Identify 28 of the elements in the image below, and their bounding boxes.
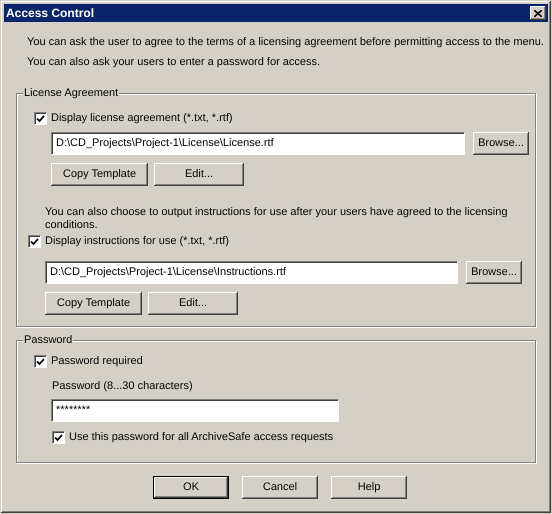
browse-button[interactable]: Browse... xyxy=(466,261,522,284)
window-title: Access Control xyxy=(6,6,94,20)
instruction-text: You can also ask your users to enter a password for access. xyxy=(27,56,322,69)
dialog-button[interactable]: Cancel xyxy=(242,476,318,499)
note-text: You can also choose to output instructions for use after your users have agreed to the licensing conditions. xyxy=(45,206,508,232)
field-label: Password (8...30 characters) xyxy=(52,380,194,393)
file-path-field[interactable]: D:\CD_Projects\Project-1\License\Instructions.rtf xyxy=(45,261,458,284)
group-legend: License Agreement xyxy=(23,87,120,100)
close-icon xyxy=(534,10,542,16)
copy-template-button[interactable]: Copy Template xyxy=(51,163,148,186)
dialog-button[interactable]: OK xyxy=(153,476,229,499)
edit-button[interactable]: Edit... xyxy=(154,163,244,186)
instruction-text: You can ask the user to agree to the terms of a licensing agreement before permitting access to the menu. xyxy=(27,36,545,49)
checkbox-label: Display instructions for use (*.txt, *.rtf) xyxy=(45,235,229,248)
file-path-field[interactable]: D:\CD_Projects\Project-1\License\License.rtf xyxy=(51,132,465,155)
dialog-button[interactable]: Help xyxy=(331,476,407,499)
copy-template-button[interactable]: Copy Template xyxy=(45,292,142,315)
browse-button[interactable]: Browse... xyxy=(473,132,529,155)
checkbox-label: Use this password for all ArchiveSafe access requests xyxy=(69,431,334,444)
close-button[interactable] xyxy=(530,6,546,20)
checkbox-label: Password required xyxy=(51,355,143,368)
checkbox[interactable] xyxy=(34,112,47,125)
checkbox[interactable] xyxy=(28,235,41,248)
checkbox-label: Display license agreement (*.txt, *.rtf) xyxy=(51,112,233,125)
checkbox[interactable] xyxy=(34,355,47,368)
password-field[interactable]: ******** xyxy=(51,399,339,422)
checkbox[interactable] xyxy=(52,431,65,444)
edit-button[interactable]: Edit... xyxy=(148,292,238,315)
